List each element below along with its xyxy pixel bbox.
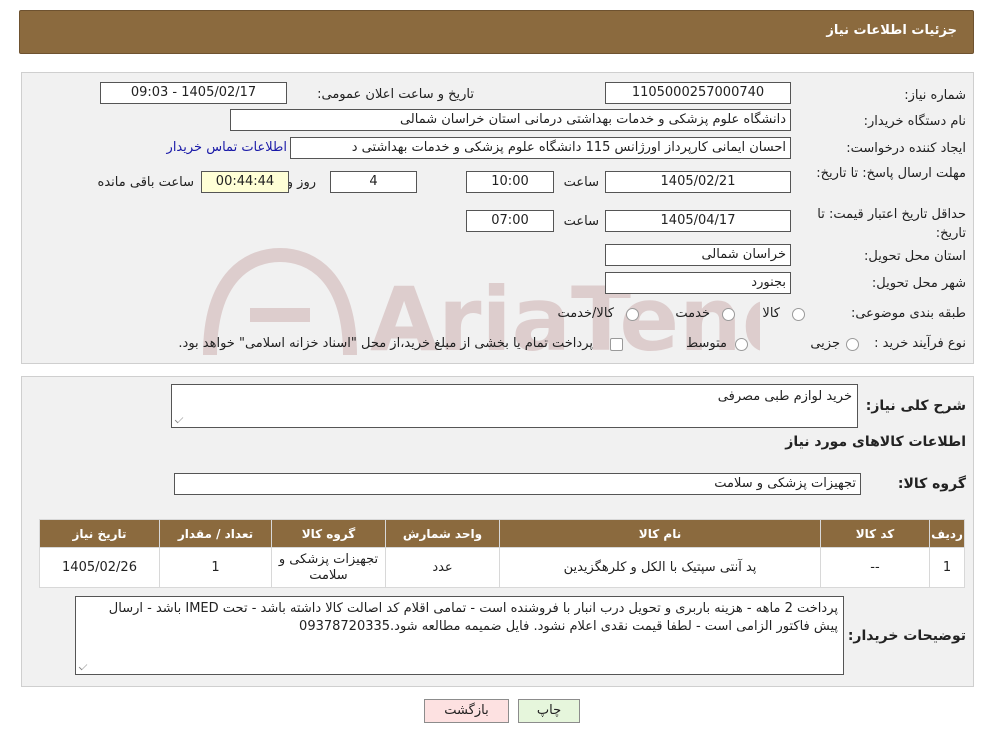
need-number-field: 1105000257000740 [605,82,791,104]
category-option-service: خدمت [675,306,710,321]
process-radio-minor[interactable] [846,338,859,351]
page-title: جزئیات اطلاعات نیاز [826,23,957,38]
col-row-number: ردیف [929,519,965,548]
deadline-label: مهلت ارسال پاسخ: تا تاریخ: [816,166,966,181]
cell-goods-name: پد آنتی سپتیک با الکل و کلرهگزیدین [499,547,821,588]
process-option-medium: متوسط [686,336,727,351]
need-number-label: شماره نیاز: [904,88,966,103]
category-option-goods: کالا [762,306,780,321]
print-button[interactable]: چاپ [518,699,580,723]
category-radio-service[interactable] [722,308,735,321]
page-header: جزئیات اطلاعات نیاز [19,10,974,54]
validity-label: حداقل تاریخ اعتبار قیمت: تا تاریخ: [817,207,966,241]
back-button[interactable]: بازگشت [424,699,509,723]
announce-label: تاریخ و ساعت اعلان عمومی: [317,87,474,102]
city-field: بجنورد [605,272,791,294]
days-label: روز و [286,175,316,190]
city-label: شهر محل تحویل: [871,276,966,291]
cell-goods-group: تجهیزات پزشکی و سلامت [271,547,386,588]
cell-row-number: 1 [929,547,965,588]
validity-date-field: 1405/04/17 [605,210,791,232]
buyer-notes-text: پرداخت 2 ماهه - هزینه باربری و تحویل درب… [108,601,838,634]
buyer-org-field: دانشگاه علوم پزشکی و خدمات بهداشتی درمان… [230,109,791,131]
treasury-payment-checkbox[interactable] [610,338,623,351]
goods-group-label: گروه کالا: [897,476,966,492]
col-quantity: تعداد / مقدار [159,519,272,548]
creator-field: احسان ایمانی کارپرداز اورژانس 115 دانشگا… [290,137,791,159]
buyer-contact-link[interactable]: اطلاعات تماس خریدار [167,140,287,155]
announce-field: 1405/02/17 - 09:03 [100,82,287,104]
buyer-org-label: نام دستگاه خریدار: [863,114,966,129]
col-goods-group: گروه کالا [271,519,386,548]
col-goods-code: کد کالا [820,519,930,548]
category-radio-goods[interactable] [792,308,805,321]
general-desc-text: خرید لوازم طبی مصرفی [717,389,852,404]
cell-goods-code: -- [820,547,930,588]
table-row: 1 -- پد آنتی سپتیک با الکل و کلرهگزیدین … [39,547,965,588]
resize-handle-icon[interactable] [78,661,88,671]
buyer-notes-textarea[interactable]: پرداخت 2 ماهه - هزینه باربری و تحویل درب… [75,596,844,675]
remaining-time-field: 00:44:44 [201,171,289,193]
province-label: استان محل تحویل: [864,249,966,264]
col-unit: واحد شمارش [385,519,500,548]
process-option-minor: جزیی [810,336,840,351]
category-radio-goods-service[interactable] [626,308,639,321]
col-goods-name: نام کالا [499,519,821,548]
category-label: طبقه بندی موضوعی: [850,306,966,321]
goods-info-title: اطلاعات کالاهای مورد نیاز [785,434,966,450]
cell-need-date: 1405/02/26 [39,547,160,588]
deadline-time-field: 10:00 [466,171,554,193]
remaining-time-label: ساعت باقی مانده [97,175,194,190]
col-need-date: تاریخ نیاز [39,519,160,548]
cell-quantity: 1 [159,547,272,588]
general-desc-label: شرح کلی نیاز: [865,398,966,414]
process-label: نوع فرآیند خرید : [874,336,966,351]
resize-handle-icon[interactable] [174,414,184,424]
goods-table: ردیف کد کالا نام کالا واحد شمارش گروه کا… [39,519,965,588]
goods-group-field: تجهیزات پزشکی و سلامت [174,473,861,495]
days-field: 4 [330,171,417,193]
category-option-goods-service: کالا/خدمت [557,306,614,321]
buyer-notes-label: توضیحات خریدار: [847,628,966,644]
deadline-time-label: ساعت [563,175,599,190]
province-field: خراسان شمالی [605,244,791,266]
creator-label: ایجاد کننده درخواست: [846,141,966,156]
deadline-date-field: 1405/02/21 [605,171,791,193]
payment-note: پرداخت تمام یا بخشی از مبلغ خرید،از محل … [178,336,593,351]
validity-time-label: ساعت [563,214,599,229]
cell-unit: عدد [385,547,500,588]
table-header-row: ردیف کد کالا نام کالا واحد شمارش گروه کا… [39,519,965,548]
general-desc-textarea[interactable]: خرید لوازم طبی مصرفی [171,384,858,428]
validity-time-field: 07:00 [466,210,554,232]
process-radio-medium[interactable] [735,338,748,351]
